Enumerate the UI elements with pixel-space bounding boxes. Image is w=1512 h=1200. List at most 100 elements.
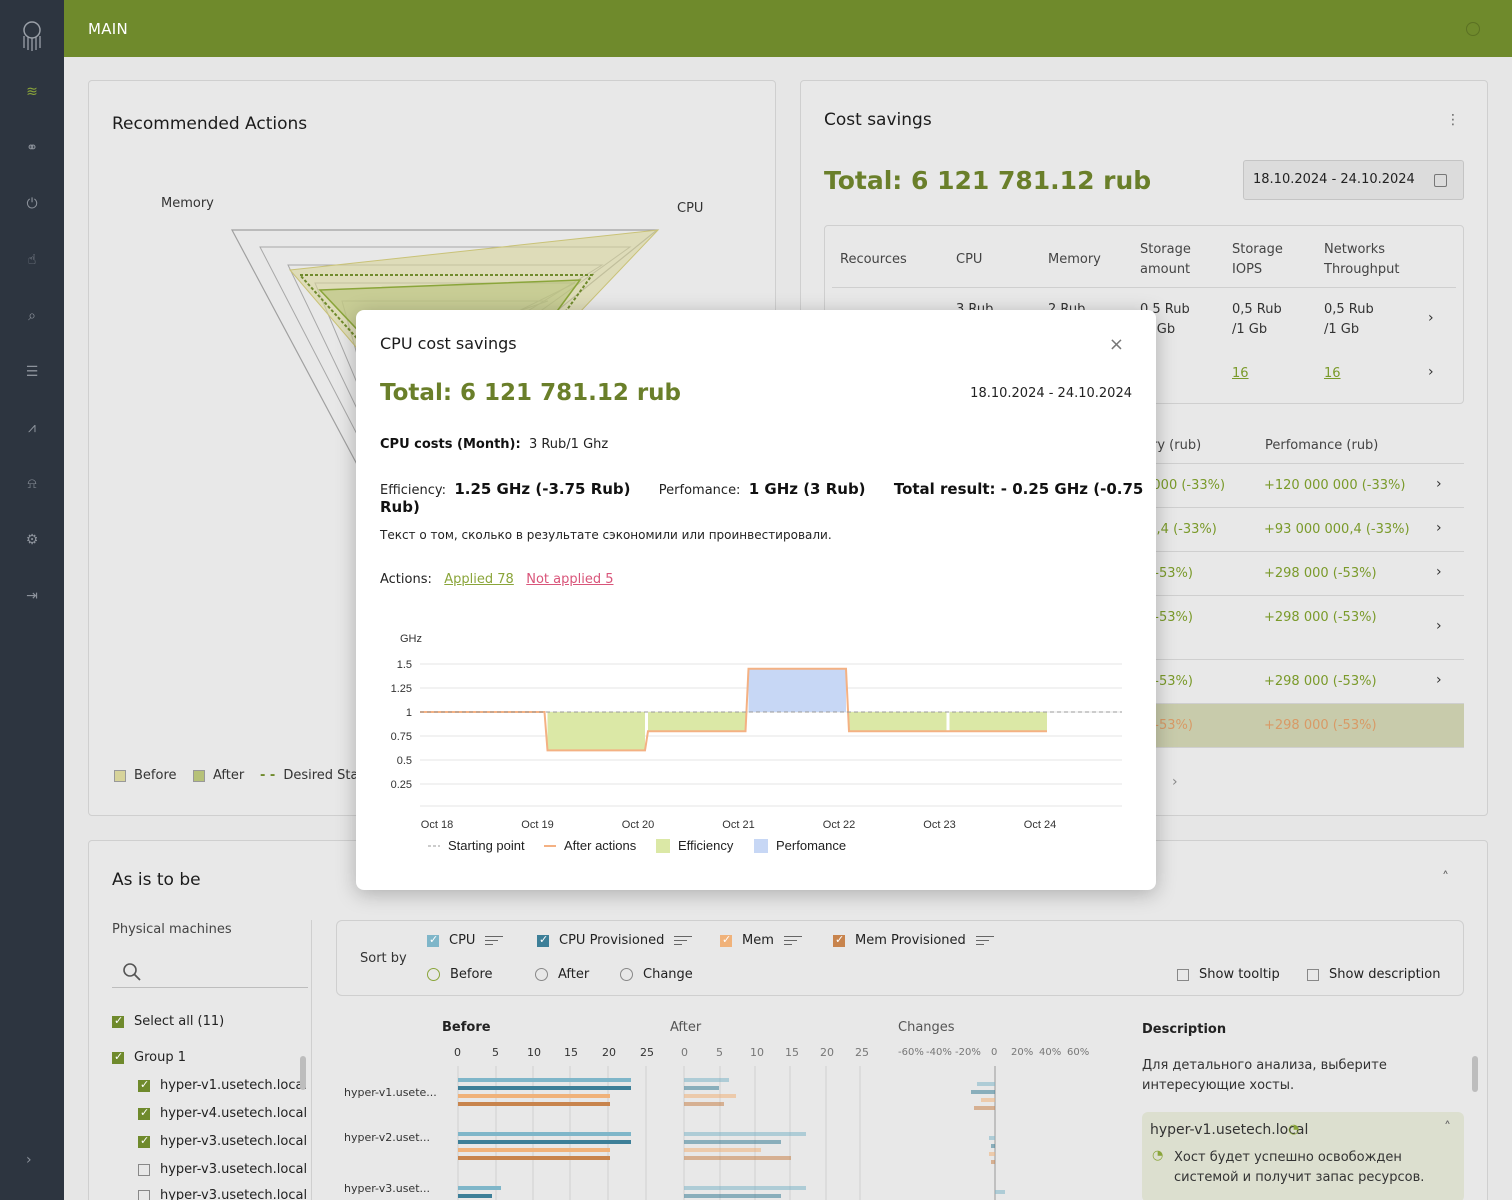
tick: 20%: [1011, 1047, 1034, 1058]
sort-icon[interactable]: [674, 935, 693, 947]
checkbox-icon[interactable]: [138, 1189, 150, 1200]
filter-mem-provisioned[interactable]: Mem Provisioned: [833, 933, 994, 948]
checkbox-icon[interactable]: [138, 1163, 150, 1176]
checkbox-icon[interactable]: [112, 1014, 124, 1028]
cell-network: 0,5 Rub /1 Gb: [1324, 302, 1374, 337]
row-chevron-icon[interactable]: ›: [1436, 672, 1442, 688]
legend-performance-label: Perfomance: [776, 838, 846, 853]
select-all-checkbox[interactable]: Select all (11): [112, 1014, 224, 1029]
y-tick-label: 1.25: [391, 683, 412, 695]
machines-search-input[interactable]: [112, 956, 308, 988]
row-chevron-icon[interactable]: ›: [1436, 618, 1442, 634]
legend-desired-swatch: - -: [260, 768, 276, 783]
sort-icon[interactable]: [485, 935, 504, 947]
cpu-cost-savings-modal: CPU cost savings × Total: 6 121 781.12 r…: [356, 310, 1156, 890]
efficiency-value: 1.25 GHz (-3.75 Rub): [454, 480, 631, 498]
x-tick-label: Oct 19: [521, 819, 553, 831]
col-changes-title: Changes: [898, 1020, 955, 1035]
radio-after[interactable]: After: [535, 967, 589, 982]
checkbox-icon[interactable]: [833, 933, 845, 947]
host-checkbox[interactable]: hyper-v1.usetech.local: [138, 1078, 307, 1093]
tick: 15: [785, 1046, 799, 1059]
logout-icon[interactable]: ⇥: [22, 586, 42, 606]
logo-icon[interactable]: [18, 20, 46, 52]
sort-icon[interactable]: [975, 935, 994, 947]
checkbox-icon[interactable]: [537, 933, 549, 947]
row-chevron-icon[interactable]: ›: [1436, 476, 1442, 492]
checkbox-icon[interactable]: [112, 1050, 124, 1064]
list-scrollbar[interactable]: [300, 1056, 306, 1090]
sort-filter-panel: Sort by CPU CPU Provisioned Mem Mem Prov…: [336, 920, 1464, 996]
checkbox-icon[interactable]: [427, 933, 439, 947]
y-tick-label: 0.75: [391, 731, 412, 743]
radio-icon[interactable]: [620, 968, 633, 981]
applied-link[interactable]: Applied 78: [444, 572, 514, 587]
summary-perf: +298 000 (-53%): [1264, 674, 1377, 689]
calendar-icon[interactable]: [1434, 174, 1447, 187]
gear-icon[interactable]: ⚙: [22, 530, 42, 550]
cell-iops-link[interactable]: 16: [1232, 364, 1249, 384]
radio-icon[interactable]: [427, 968, 440, 981]
panel-divider: [311, 920, 312, 1200]
checkbox-icon[interactable]: [720, 933, 732, 947]
after-actions-line: [420, 667, 1047, 752]
search-icon[interactable]: ⌕: [22, 306, 42, 326]
radio-icon[interactable]: [535, 968, 548, 981]
description-scrollbar[interactable]: [1472, 1056, 1478, 1092]
cell-network-link[interactable]: 16: [1324, 364, 1341, 384]
col-before-title: Before: [442, 1020, 491, 1035]
collapse-icon[interactable]: ˄: [1442, 870, 1449, 886]
host-checkbox[interactable]: hyper-v3.usetech.local: [138, 1162, 307, 1177]
collapse-icon[interactable]: ˄: [1444, 1120, 1451, 1136]
date-range-picker[interactable]: 18.10.2024 - 24.10.2024: [1243, 160, 1464, 200]
filter-cpu[interactable]: CPU: [427, 933, 504, 948]
more-vertical-icon[interactable]: ⋮: [1446, 112, 1460, 128]
modal-title: CPU cost savings: [380, 334, 517, 353]
show-tooltip-checkbox[interactable]: Show tooltip: [1177, 967, 1280, 982]
checkbox-icon[interactable]: [138, 1134, 150, 1148]
nodes-icon[interactable]: ⚭: [22, 138, 42, 158]
filter-cpu-provisioned[interactable]: CPU Provisioned: [537, 933, 693, 948]
host-label: hyper-v3.usetech.local: [160, 1162, 308, 1177]
select-all-label: Select all (11): [134, 1014, 225, 1029]
summary-perf: +298 000 (-53%): [1264, 718, 1377, 733]
radio-before-label: Before: [450, 967, 493, 982]
search-icon: [123, 963, 141, 981]
list-icon[interactable]: ☰: [22, 362, 42, 382]
filter-mem[interactable]: Mem: [720, 933, 802, 948]
radio-change[interactable]: Change: [620, 967, 693, 982]
pager-next-icon[interactable]: ›: [1172, 774, 1178, 790]
chart-icon[interactable]: ⩘: [22, 418, 42, 438]
x-tick-label: Oct 23: [923, 819, 955, 831]
row-chevron-icon[interactable]: ›: [1428, 364, 1434, 380]
row-chevron-icon[interactable]: ›: [1436, 564, 1442, 580]
bell-icon[interactable]: ⍾: [22, 474, 42, 494]
power-icon[interactable]: ⏻: [22, 194, 42, 214]
sort-icon[interactable]: [783, 935, 802, 947]
checkbox-icon[interactable]: [138, 1106, 150, 1120]
host-checkbox[interactable]: hyper-v3.usetech.local: [138, 1134, 307, 1149]
tick: 0: [454, 1046, 461, 1059]
hand-icon[interactable]: ☝: [22, 250, 42, 270]
cost-total: Total: 6 121 781.12 rub: [824, 166, 1152, 195]
legend-after: After: [193, 768, 244, 783]
radio-before[interactable]: Before: [427, 967, 493, 982]
col-storage-iops: Storage IOPS: [1232, 242, 1283, 277]
checkbox-icon[interactable]: [1177, 968, 1189, 981]
x-tick-label: Oct 18: [421, 819, 453, 831]
group-checkbox[interactable]: Group 1: [112, 1050, 186, 1065]
chevron-right-icon[interactable]: ›: [26, 1152, 32, 1168]
host-checkbox[interactable]: hyper-v4.usetech.local: [138, 1106, 307, 1121]
host-checkbox[interactable]: hyper-v3.usetech.local: [138, 1188, 307, 1200]
row-chevron-icon[interactable]: ›: [1428, 310, 1434, 326]
user-icon[interactable]: [1466, 22, 1480, 36]
row-chevron-icon[interactable]: ›: [1436, 520, 1442, 536]
performance-value: 1 GHz (3 Rub): [748, 480, 866, 498]
col-after-title: After: [670, 1020, 702, 1035]
checkbox-icon[interactable]: [138, 1078, 150, 1092]
layers-icon[interactable]: ≋: [22, 82, 42, 102]
close-icon[interactable]: ×: [1109, 334, 1124, 355]
not-applied-link[interactable]: Not applied 5: [526, 572, 613, 587]
checkbox-icon[interactable]: [1307, 968, 1319, 981]
show-description-checkbox[interactable]: Show description: [1307, 967, 1441, 982]
